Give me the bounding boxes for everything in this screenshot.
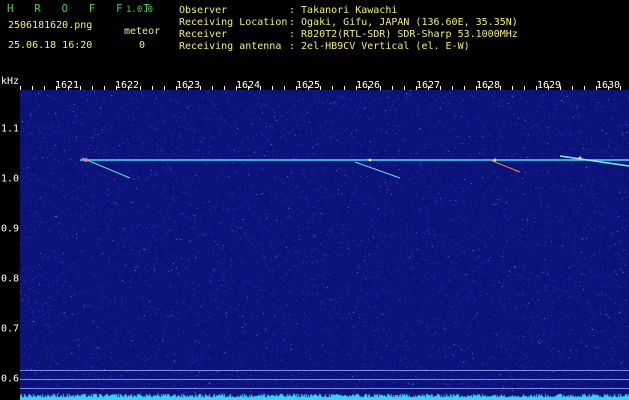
y-tick-label: 1.1 (1, 123, 20, 135)
meteor-head (84, 158, 88, 162)
receiver-label: Receiver (179, 29, 228, 40)
observer-value: : Takanori Kawachi (289, 5, 398, 16)
antenna-label: Receiving antenna (179, 41, 282, 52)
x-tick-marks (20, 86, 621, 90)
meteor-head (578, 156, 582, 160)
meteor-count: 0 (139, 40, 146, 51)
meteor-trace (354, 161, 401, 179)
noise-floor-band (20, 393, 629, 400)
meteor-head (368, 158, 372, 162)
antenna-value: : 2el-HB9CV Vertical (el. E-W) (289, 41, 470, 52)
meteor-head (493, 158, 497, 162)
receiver-value: : R820T2(RTL-SDR) SDR-Sharp 53.1000MHz (289, 29, 518, 40)
meteor-trace (559, 155, 629, 167)
y-tick-label: 1.0 (1, 173, 20, 185)
y-tick-label: 0.6 (1, 373, 20, 385)
file-name: 2506181620.png (8, 20, 93, 31)
observer-label: Observer (179, 5, 228, 16)
y-tick-label: 0.7 (1, 323, 20, 335)
meteor-trace (81, 157, 131, 179)
observation-datetime: 25.06.18 16:20 (8, 40, 93, 51)
y-unit-label: kHz (1, 76, 20, 87)
spectrogram-canvas[interactable] (20, 90, 629, 400)
meteor-trace (489, 159, 521, 173)
app-version: 1.0.0 (126, 5, 154, 15)
meteor-traces (80, 155, 629, 179)
location-label: Receiving Location (179, 17, 288, 28)
meteor-label: meteor (124, 26, 161, 37)
location-value: : Ogaki, Gifu, JAPAN (136.60E, 35.35N) (289, 17, 518, 28)
y-tick-label: 0.8 (1, 273, 20, 285)
y-tick-label: 0.9 (1, 223, 20, 235)
